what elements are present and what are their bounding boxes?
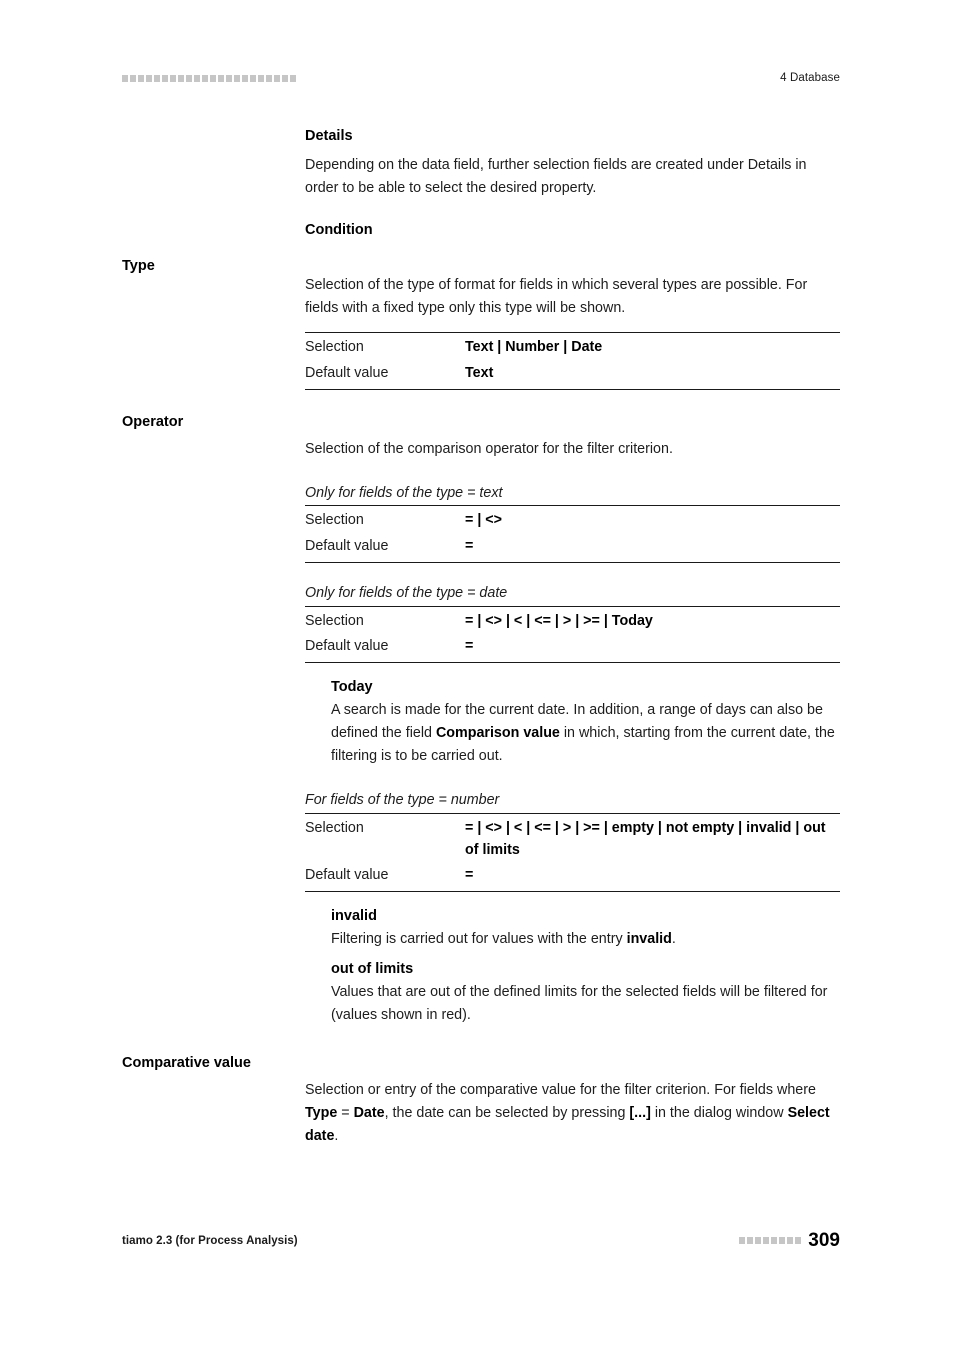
op-num-selection-key: Selection [305,819,364,836]
details-heading: Details [305,128,353,144]
table-row: Selection Text | Number | Date [305,333,840,361]
op-text-default-key: Default value [305,538,389,555]
cv-bold-brackets: [...] [629,1105,651,1122]
op-num-selection-value: = | <> | < | <= | > | >= | empty | not e… [465,819,826,858]
section-type: Type Selection of the type of format for… [122,256,840,390]
op-date-default-key: Default value [305,638,389,655]
type-default-key: Default value [305,364,389,381]
invalid-text-1: Filtering is carried out for values with… [331,930,627,947]
invalid-text-bold: invalid [626,930,672,947]
section-comparative-value: Comparative value Selection or entry of … [122,1053,840,1148]
type-selection-key: Selection [305,339,364,356]
op-text-default-value: = [465,538,474,555]
operator-text-caption: Only for fields of the type = text [305,484,503,501]
invalid-term: invalid [331,908,377,925]
op-date-default-value: = [465,638,474,655]
table-row: Default value = [305,634,840,662]
page-content: Details Depending on the data field, fur… [122,126,840,1149]
table-row: Default value Text [305,361,840,389]
header-marker-squares [122,74,296,82]
cv-bold-date: Date [353,1105,385,1122]
cv-text-4: in the dialog window [650,1105,788,1122]
section-details: Details Depending on the data field, fur… [122,126,840,242]
cv-text-5: . [334,1128,339,1145]
footer-page-group: 309 [739,1231,840,1250]
table-row: Selection = | <> | < | <= | > | >= | Tod… [305,606,840,634]
table-row: Selection = | <> [305,506,840,534]
operator-number-caption: For fields of the type = number [305,792,500,809]
operator-paragraph: Selection of the comparison operator for… [305,440,673,457]
op-text-selection-value: = | <> [465,512,502,529]
running-head: 4 Database [122,68,840,88]
page-number: 309 [808,1230,840,1251]
op-date-selection-value: = | <> | < | <= | > | >= | Today [465,612,653,629]
invalid-description: Filtering is carried out for values with… [331,928,840,951]
out-of-limits-definition-block: out of limits Values that are out of the… [305,959,840,1027]
table-row: Selection = | <> | < | <= | > | >= | emp… [305,813,840,863]
condition-heading: Condition [305,222,373,239]
page-footer: tiamo 2.3 (for Process Analysis) 309 [122,1231,840,1250]
section-operator: Operator Selection of the comparison ope… [122,412,840,1028]
out-of-limits-term: out of limits [331,961,414,978]
today-term: Today [331,679,373,696]
document-page: 4 Database Details Depending on the data… [0,0,954,1350]
operator-date-caption: Only for fields of the type = date [305,584,508,601]
operator-text-table: Selection = | <> Default value = [305,505,840,563]
op-num-default-key: Default value [305,867,389,884]
op-date-selection-key: Selection [305,612,364,629]
type-spec-table: Selection Text | Number | Date Default v… [305,332,840,390]
footer-product-name: tiamo 2.3 (for Process Analysis) [122,1234,298,1247]
running-head-title: 4 Database [780,72,840,84]
type-default-value: Text [465,364,494,381]
margin-label-empty [122,126,305,127]
cv-text-3: , the date can be selected by pressing [384,1105,630,1122]
margin-label-type: Type [122,257,155,274]
cv-bold-type: Type [305,1105,338,1122]
footer-marker-squares [739,1237,802,1244]
details-paragraph: Depending on the data field, further sel… [305,156,807,196]
out-of-limits-description: Values that are out of the defined limit… [331,983,828,1023]
today-description: A search is made for the current date. I… [331,699,840,768]
margin-label-operator: Operator [122,413,184,430]
cv-text-2: = [337,1105,354,1122]
today-definition-block: Today A search is made for the current d… [305,677,840,768]
op-num-default-value: = [465,867,474,884]
type-paragraph: Selection of the type of format for fiel… [305,276,808,316]
table-row: Default value = [305,534,840,562]
operator-date-table: Selection = | <> | < | <= | > | >= | Tod… [305,605,840,664]
cv-text-1: Selection or entry of the comparative va… [305,1082,816,1099]
margin-label-comparative-value: Comparative value [122,1055,251,1072]
table-row: Default value = [305,863,840,891]
type-selection-value: Text | Number | Date [465,339,603,356]
operator-number-table: Selection = | <> | < | <= | > | >= | emp… [305,812,840,893]
invalid-text-2: . [671,930,676,947]
op-text-selection-key: Selection [305,512,364,529]
invalid-definition-block: invalid Filtering is carried out for val… [305,906,840,951]
today-text-bold: Comparison value [435,724,560,741]
comparative-value-paragraph: Selection or entry of the comparative va… [305,1079,840,1148]
